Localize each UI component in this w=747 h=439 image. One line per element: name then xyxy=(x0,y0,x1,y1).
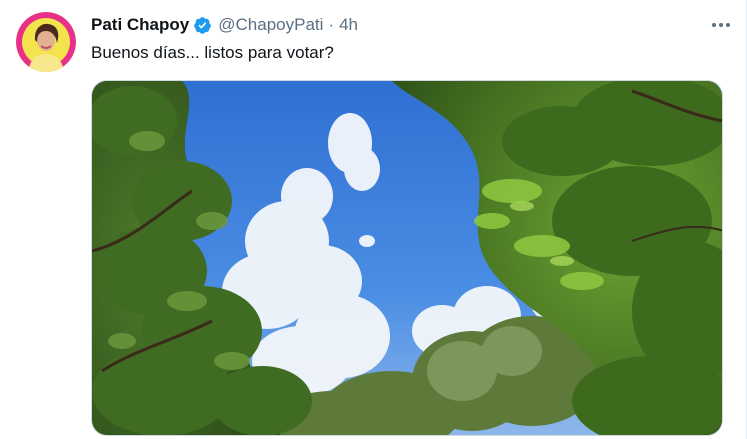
tweet-header: Pati Chapoy @ChapoyPati · 4h xyxy=(91,14,726,36)
tweet-timestamp[interactable]: 4h xyxy=(339,15,358,35)
tweet-photo[interactable] xyxy=(91,80,723,436)
verified-badge-icon xyxy=(193,16,212,35)
tweet[interactable]: Pati Chapoy @ChapoyPati · 4h Buenos días… xyxy=(0,0,747,439)
author-name[interactable]: Pati Chapoy xyxy=(91,15,189,35)
avatar-image xyxy=(16,12,76,72)
avatar[interactable] xyxy=(16,12,76,72)
sky-trees-photo xyxy=(92,81,722,435)
author-handle[interactable]: @ChapoyPati xyxy=(218,15,323,35)
separator-dot: · xyxy=(328,15,335,34)
tweet-text: Buenos días... listos para votar? xyxy=(91,43,334,62)
more-options-icon[interactable] xyxy=(710,14,732,36)
